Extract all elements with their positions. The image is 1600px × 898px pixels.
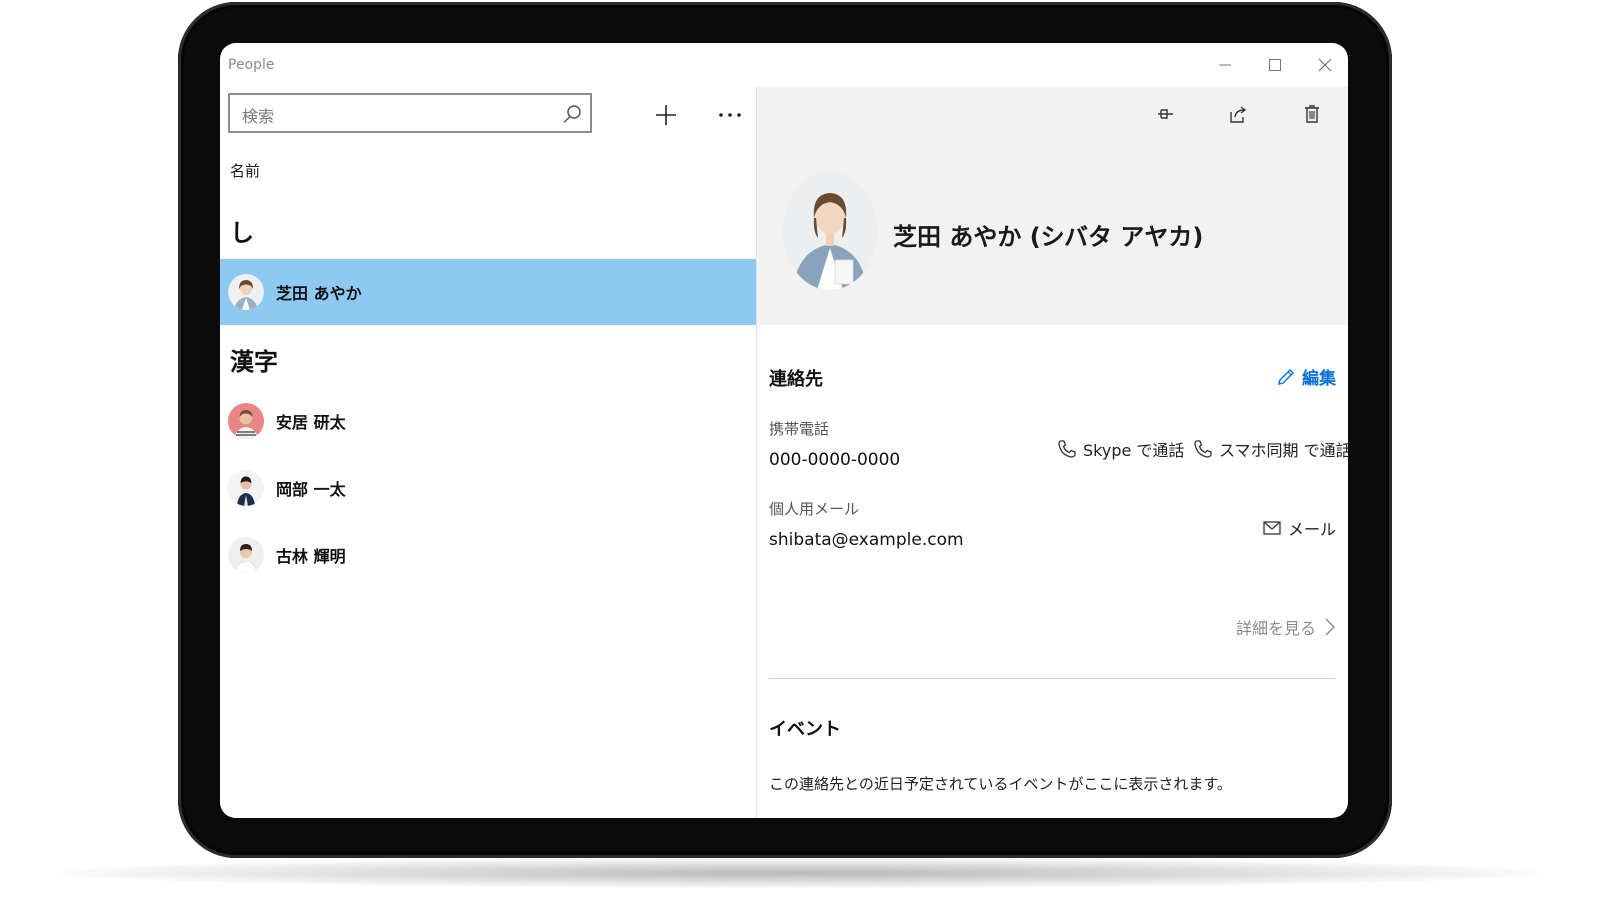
contact-section-title: 連絡先 — [769, 369, 823, 390]
ellipsis-icon — [719, 113, 741, 117]
app-title: People — [228, 57, 275, 73]
contact-item-yasui[interactable]: 安居 研太 — [220, 388, 756, 454]
phone-link-call-button[interactable]: スマホ同期 で通話 — [1193, 437, 1348, 461]
chevron-right-icon — [1325, 618, 1335, 636]
sort-label[interactable]: 名前 — [230, 160, 260, 181]
phone-value[interactable]: 000-0000-0000 — [769, 450, 900, 470]
skype-call-button[interactable]: Skype で通話 — [1057, 437, 1184, 461]
events-description: この連絡先との近日予定されているイベントがここに表示されます。 — [769, 775, 1232, 793]
see-more-details-link[interactable]: 詳細を見る — [1236, 615, 1336, 639]
mail-icon — [1263, 521, 1281, 535]
phone-icon — [1058, 440, 1076, 458]
search-box[interactable]: 検索 — [228, 93, 592, 133]
contact-detail-pane: 芝田 あやか (シバタ アヤカ) 連絡先 編集 携帯電話 000-0000-00… — [756, 87, 1348, 818]
device-shadow — [60, 858, 1540, 888]
skype-call-label: Skype で通話 — [1083, 441, 1185, 460]
avatar — [228, 537, 264, 573]
avatar — [228, 470, 264, 506]
search-icon[interactable] — [562, 104, 582, 124]
phone-icon — [1194, 440, 1212, 458]
pin-icon — [1158, 109, 1173, 119]
avatar — [228, 274, 264, 310]
minimize-icon — [1219, 64, 1231, 66]
maximize-button[interactable] — [1255, 51, 1295, 79]
edit-button[interactable]: 編集 — [1276, 364, 1336, 389]
share-button[interactable] — [1221, 97, 1255, 131]
minimize-button[interactable] — [1205, 51, 1245, 79]
phone-label: 携帯電話 — [769, 420, 830, 438]
share-icon — [1230, 106, 1247, 123]
maximize-icon — [1269, 59, 1281, 71]
phone-link-call-label: スマホ同期 で通話 — [1219, 441, 1348, 460]
group-header-kanji[interactable]: 漢字 — [230, 342, 278, 377]
contact-item-furubayashi[interactable]: 古林 輝明 — [220, 522, 756, 588]
pin-button[interactable] — [1147, 97, 1181, 131]
contact-name: 芝田 あやか — [276, 284, 362, 303]
pencil-icon — [1278, 368, 1294, 385]
contact-item-okabe[interactable]: 岡部 一太 — [220, 455, 756, 521]
events-section-title: イベント — [769, 719, 841, 740]
more-options-button[interactable] — [710, 95, 750, 135]
plus-icon — [656, 105, 676, 125]
more-details-label: 詳細を見る — [1235, 619, 1316, 638]
contact-full-name: 芝田 あやか (シバタ アヤカ) — [893, 223, 1204, 251]
delete-button[interactable] — [1295, 97, 1329, 131]
title-bar: People — [220, 43, 1348, 87]
group-header-shi[interactable]: し — [230, 213, 254, 248]
avatar — [228, 403, 264, 439]
send-mail-button[interactable]: メール — [1262, 516, 1336, 540]
contact-name: 安居 研太 — [276, 413, 346, 432]
add-contact-button[interactable] — [646, 95, 686, 135]
email-value[interactable]: shibata@example.com — [769, 530, 964, 550]
contact-item-shibata[interactable]: 芝田 あやか — [220, 259, 756, 325]
section-divider — [769, 678, 1335, 679]
contact-header: 芝田 あやか (シバタ アヤカ) — [757, 87, 1348, 325]
search-input[interactable]: 検索 — [242, 103, 274, 127]
email-label: 個人用メール — [769, 500, 860, 518]
contact-name: 岡部 一太 — [276, 480, 346, 499]
close-icon — [1318, 58, 1332, 72]
trash-icon — [1305, 105, 1319, 123]
contact-list-pane: 検索 名前 し 芝田 あやか 漢字 安居 研太 岡部 一太 古林 輝明 — [220, 87, 756, 818]
contact-photo — [783, 172, 877, 290]
edit-label: 編集 — [1302, 369, 1336, 389]
contact-name: 古林 輝明 — [276, 547, 346, 566]
close-button[interactable] — [1305, 51, 1345, 79]
mail-action-label: メール — [1287, 520, 1336, 539]
app-window: People 検索 名前 し 芝田 あやか 漢字 安居 研太 岡部 一太 古林 … — [220, 43, 1348, 818]
